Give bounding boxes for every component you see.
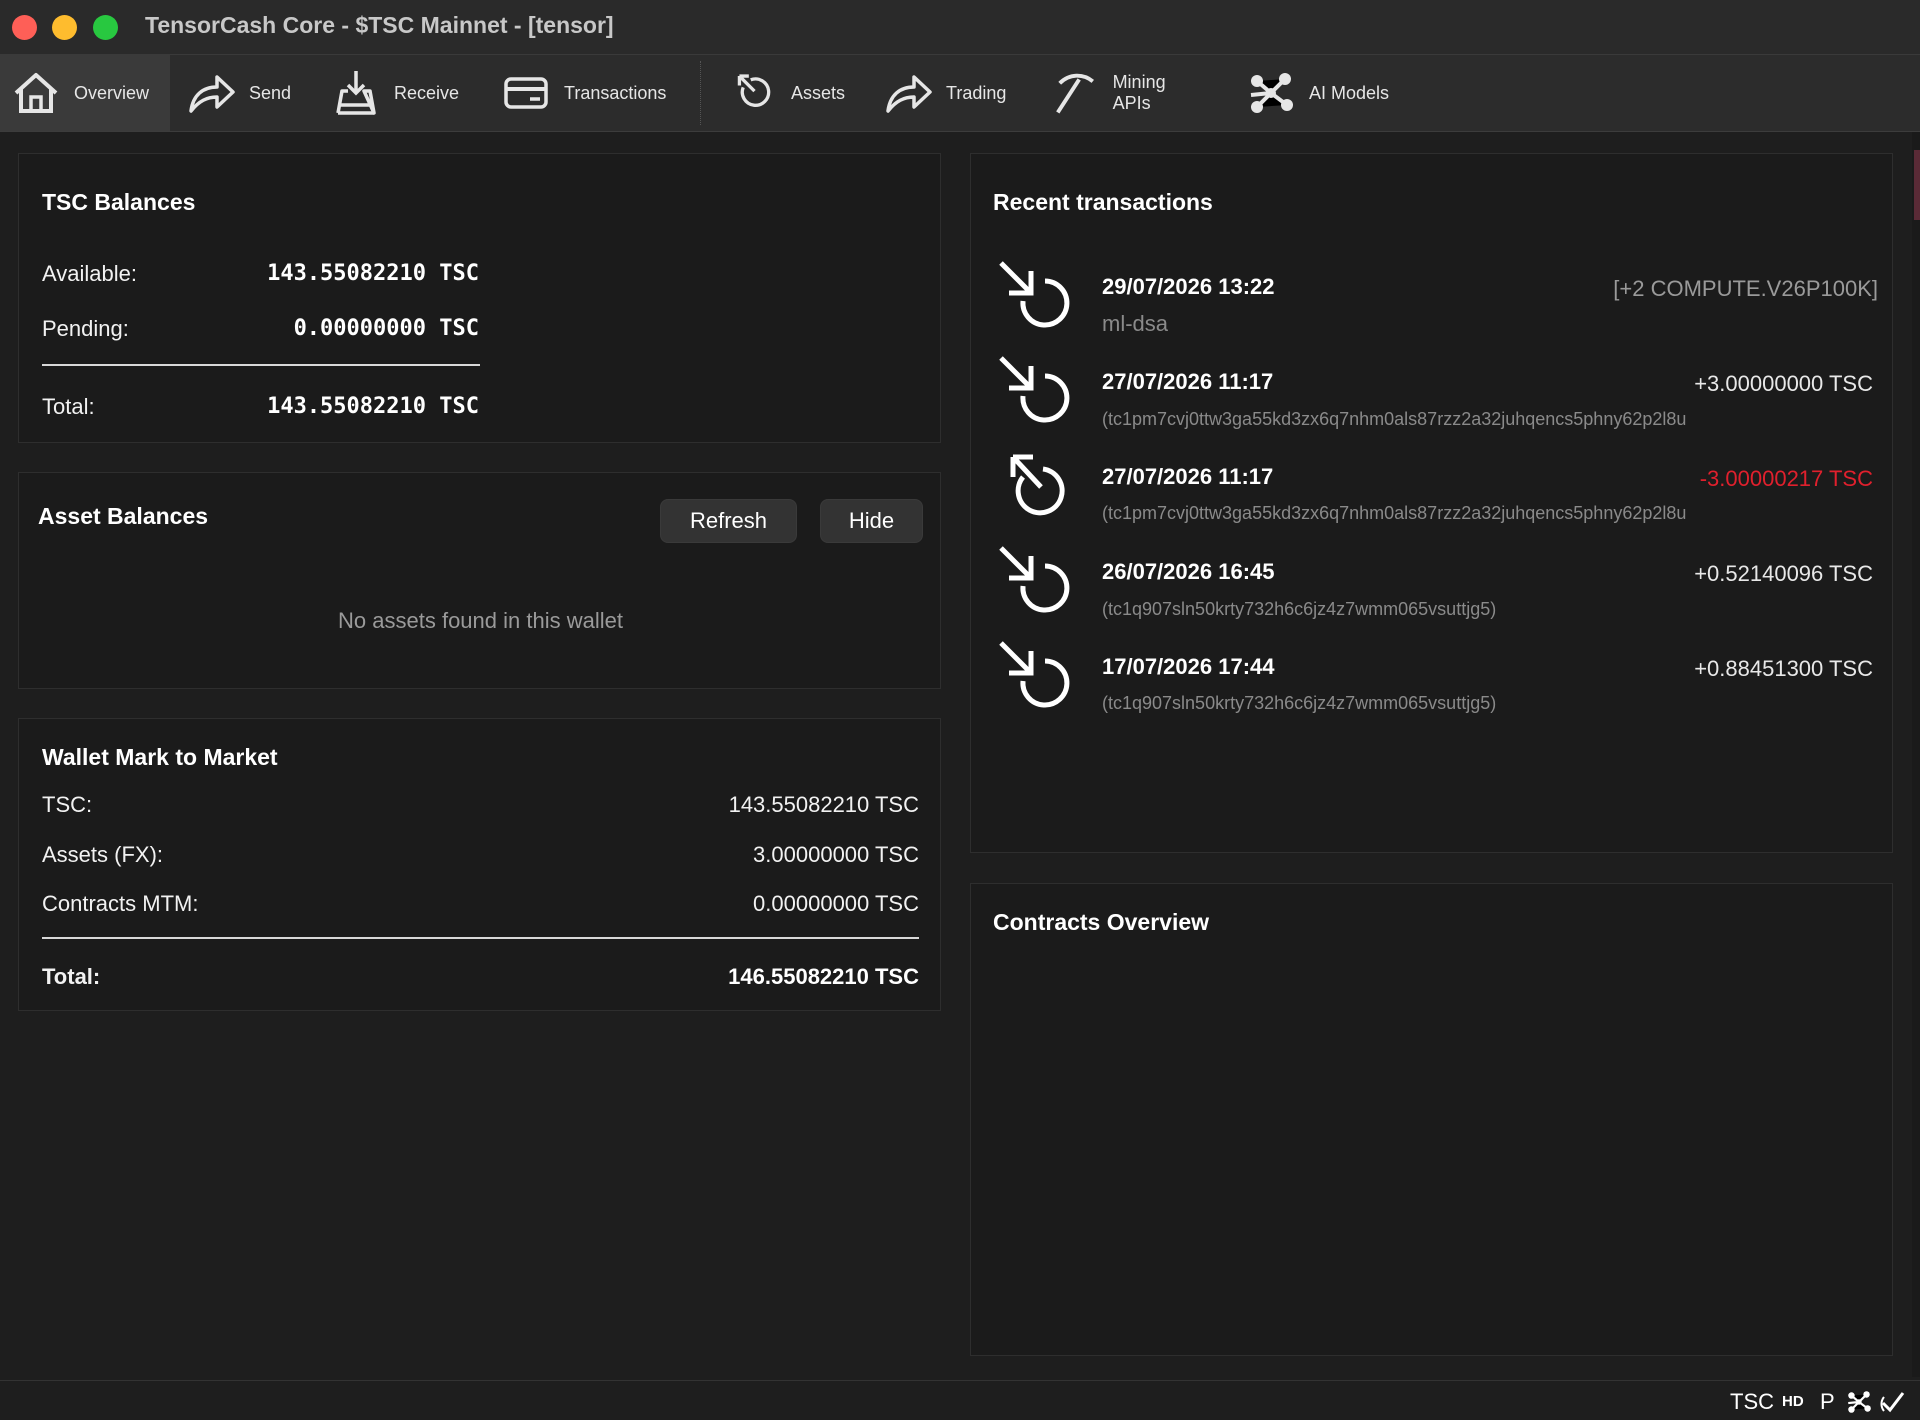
transaction-address: (tc1pm7cvj0ttw3ga55kd3zx6q7nhm0als87rzz2… <box>1102 409 1687 429</box>
transaction-address: (tc1q907sln50krty732h6c6jz4z7wmm065vsutt… <box>1102 693 1497 713</box>
transaction-amount: -3.00000217 TSC <box>1699 466 1873 491</box>
close-window-button[interactable] <box>12 15 37 40</box>
send-arrow-icon <box>189 75 235 113</box>
home-icon <box>14 73 58 113</box>
recent-transactions-panel: Recent transactions 29/07/2026 13:22 ml-… <box>970 153 1893 853</box>
card-icon <box>504 77 548 109</box>
right-scroll-edge[interactable] <box>1912 132 1920 1377</box>
tab-assets-label: Assets <box>790 82 845 103</box>
p-indicator: P <box>1820 1389 1835 1414</box>
receive-arrow-icon <box>999 261 1070 328</box>
refresh-button[interactable]: Refresh <box>660 499 797 543</box>
unit-indicator[interactable]: TSC <box>1730 1389 1774 1415</box>
tab-send[interactable]: Send <box>175 55 305 131</box>
transaction-label: ml-dsa <box>1102 311 1169 336</box>
contracts-overview-panel: Contracts Overview <box>970 883 1893 1356</box>
sync-check-icon <box>1880 1392 1905 1413</box>
hd-indicator: HD <box>1782 1393 1804 1410</box>
assets-rotate-icon <box>737 74 771 107</box>
hide-button[interactable]: Hide <box>820 499 923 543</box>
tab-ai-models[interactable]: AI Models <box>1235 55 1400 131</box>
recent-transactions-title: Recent transactions <box>993 189 1213 215</box>
network-icon <box>1250 73 1293 113</box>
contracts-overview-title: Contracts Overview <box>993 909 1210 935</box>
pending-value: 0.00000000 TSC <box>293 316 479 341</box>
send-rotate-icon <box>1010 454 1065 516</box>
transaction-address: (tc1q907sln50krty732h6c6jz4z7wmm065vsutt… <box>1102 599 1497 619</box>
transaction-date: 29/07/2026 13:22 <box>1102 274 1275 299</box>
transaction-date: 17/07/2026 17:44 <box>1102 654 1275 679</box>
available-label: Available: <box>42 261 137 286</box>
tab-overview-label: Overview <box>74 82 150 103</box>
asset-balances-panel: Asset Balances Refresh Hide No assets fo… <box>18 472 941 689</box>
status-bar: TSC HD P <box>0 1380 1920 1420</box>
mtm-contracts-label: Contracts MTM: <box>42 891 199 916</box>
asset-balances-title: Asset Balances <box>38 503 209 529</box>
tab-receive[interactable]: Receive <box>320 55 470 131</box>
tab-ai-models-label: AI Models <box>1309 82 1390 103</box>
scroll-indicator[interactable] <box>1914 150 1920 220</box>
mark-to-market-panel: Wallet Mark to Market TSC: 143.55082210 … <box>18 718 941 1011</box>
tab-mining-apis[interactable]: Mining APIs <box>1040 55 1215 131</box>
transaction-date: 26/07/2026 16:45 <box>1102 559 1275 584</box>
tab-mining-apis-label: Mining APIs <box>1112 72 1166 113</box>
title-bar: TensorCash Core - $TSC Mainnet - [tensor… <box>0 0 1920 55</box>
tab-assets[interactable]: Assets <box>720 55 855 131</box>
network-icon <box>1848 1391 1871 1413</box>
mark-to-market-title: Wallet Mark to Market <box>42 744 278 770</box>
minimize-window-button[interactable] <box>52 15 77 40</box>
mtm-total-value: 146.55082210 TSC <box>728 964 919 989</box>
receive-arrow-icon <box>999 356 1070 423</box>
total-value: 143.55082210 TSC <box>267 394 479 419</box>
tsc-balances-panel: TSC Balances Available: 143.55082210 TSC… <box>18 153 941 443</box>
mtm-contracts-value: 0.00000000 TSC <box>753 891 919 916</box>
app-window: TensorCash Core - $TSC Mainnet - [tensor… <box>0 0 1920 1420</box>
transaction-date: 27/07/2026 11:17 <box>1102 369 1274 394</box>
tab-trading-label: Trading <box>946 82 1007 103</box>
mtm-tsc-value: 143.55082210 TSC <box>728 792 919 817</box>
no-assets-message: No assets found in this wallet <box>338 608 623 633</box>
available-value: 143.55082210 TSC <box>267 261 479 286</box>
receive-arrow-icon <box>999 546 1070 613</box>
tab-transactions[interactable]: Transactions <box>490 55 680 131</box>
tab-trading[interactable]: Trading <box>872 55 1022 131</box>
transaction-amount: +0.52140096 TSC <box>1694 561 1873 586</box>
transaction-amount: +0.88451300 TSC <box>1694 656 1873 681</box>
transaction-date: 27/07/2026 11:17 <box>1102 464 1274 489</box>
transaction-amount: [+2 COMPUTE.V26P100K] <box>1613 276 1878 301</box>
mtm-tsc-label: TSC: <box>42 792 93 817</box>
mtm-divider <box>42 937 919 939</box>
maximize-window-button[interactable] <box>93 15 118 40</box>
transaction-amount: +3.00000000 TSC <box>1694 371 1873 396</box>
pending-label: Pending: <box>42 316 129 341</box>
receive-tray-icon <box>336 71 376 115</box>
window-title: TensorCash Core - $TSC Mainnet - [tensor… <box>145 12 614 38</box>
receive-arrow-icon <box>999 641 1070 708</box>
tab-receive-label: Receive <box>394 82 460 103</box>
tab-transactions-label: Transactions <box>564 82 667 103</box>
transaction-address: (tc1pm7cvj0ttw3ga55kd3zx6q7nhm0als87rzz2… <box>1102 503 1687 523</box>
tab-overview[interactable]: Overview <box>0 55 170 131</box>
tab-send-label: Send <box>249 82 292 103</box>
toolbar-separator <box>700 61 701 125</box>
total-label: Total: <box>42 394 95 419</box>
balances-divider <box>42 364 480 366</box>
mtm-assets-value: 3.00000000 TSC <box>753 842 919 867</box>
main-toolbar: Overview Send Receive Transactions Asset… <box>0 55 1920 132</box>
pickaxe-icon <box>1056 73 1094 114</box>
tsc-balances-title: TSC Balances <box>42 189 196 215</box>
mtm-assets-label: Assets (FX): <box>42 842 164 867</box>
trading-arrow-icon <box>886 75 932 113</box>
mtm-total-label: Total: <box>42 964 101 989</box>
